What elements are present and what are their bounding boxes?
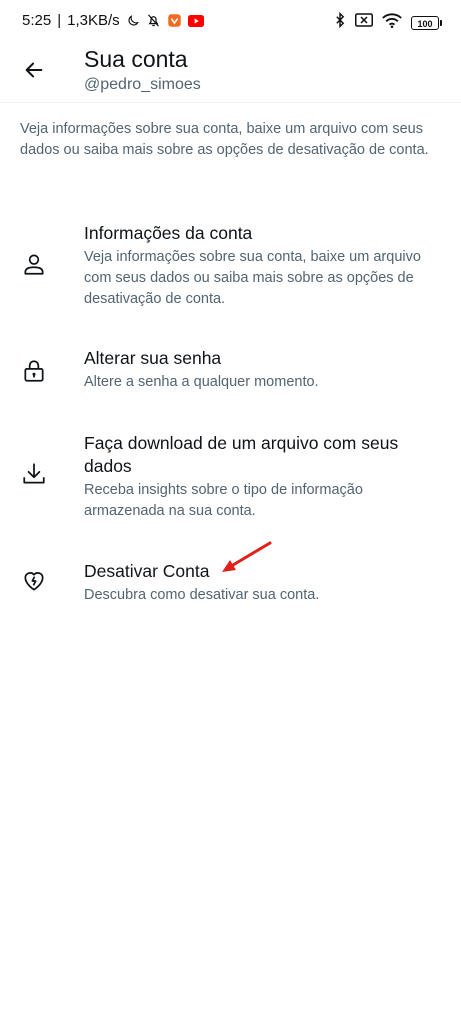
account-info-item[interactable]: Informações da conta Veja informações so…	[0, 220, 461, 320]
account-info-desc: Veja informações sobre sua conta, baixe …	[84, 249, 421, 307]
lock-icon	[20, 357, 48, 385]
back-button[interactable]	[16, 52, 52, 88]
moon-icon	[126, 14, 140, 28]
status-separator: |	[57, 12, 62, 29]
deactivate-account-desc: Descubra como desativar sua conta.	[84, 587, 320, 603]
battery-indicator: 100	[411, 15, 442, 30]
change-password-title: Alterar sua senha	[84, 348, 222, 368]
download-archive-item[interactable]: Faça download de um arquivo com seus dad…	[0, 430, 461, 525]
broken-heart-icon	[20, 567, 48, 595]
bluetooth-icon	[334, 11, 346, 33]
app-notification-icon	[167, 13, 182, 28]
no-sim-icon	[355, 13, 373, 32]
account-handle: @pedro_simoes	[84, 76, 201, 93]
download-archive-text: Faça download de um arquivo com seus dad…	[84, 432, 444, 522]
account-info-text: Informações da conta Veja informações so…	[84, 222, 444, 310]
status-time: 5:25	[22, 12, 52, 29]
change-password-desc: Altere a senha a qualquer momento.	[84, 374, 319, 390]
annotation-arrow-icon	[222, 541, 272, 572]
status-right: 100	[334, 11, 442, 33]
status-bar: 5:25 | 1,3KB/s 100	[0, 0, 461, 44]
page-title: Sua conta	[84, 46, 188, 72]
person-icon	[20, 250, 48, 278]
status-net-speed: 1,3KB/s	[67, 12, 120, 29]
change-password-item[interactable]: Alterar sua senha Altere a senha a qualq…	[0, 345, 461, 405]
status-left: 5:25 | 1,3KB/s	[22, 12, 204, 29]
youtube-icon	[187, 14, 204, 27]
wifi-icon	[382, 13, 402, 33]
account-info-title: Informações da conta	[84, 223, 253, 243]
change-password-text: Alterar sua senha Altere a senha a qualq…	[84, 347, 444, 393]
top-app-bar: Sua conta @pedro_simoes	[0, 44, 461, 103]
intro-text: Veja informações sobre sua conta, baixe …	[20, 121, 429, 158]
download-icon	[20, 460, 48, 488]
download-archive-desc: Receba insights sobre o tipo de informaç…	[84, 482, 363, 519]
arrow-left-icon	[23, 59, 45, 81]
download-archive-title: Faça download de um arquivo com seus dad…	[84, 433, 399, 476]
bell-off-icon	[146, 13, 161, 28]
